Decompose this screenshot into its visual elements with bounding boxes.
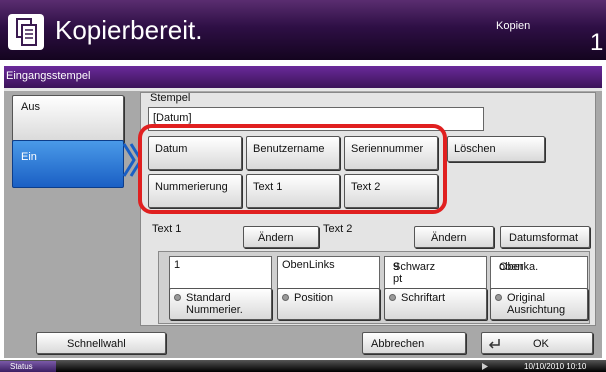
orientation-value-line2: oben xyxy=(499,261,524,273)
date-format-button[interactable]: Datumsformat xyxy=(500,226,590,248)
stamp-text-value: [Datum] xyxy=(153,112,192,124)
status-button[interactable]: Status xyxy=(0,361,56,372)
numbering-value: 1 xyxy=(169,256,272,290)
text1-label: Text 1 xyxy=(152,223,182,235)
original-orientation-button[interactable]: Original Ausrichtung xyxy=(490,288,588,320)
default-numbering-line2: Nummerier. xyxy=(186,304,243,316)
date-time: 10/10/2010 10:10 xyxy=(524,362,587,371)
panel-title: Eingangsstempel xyxy=(6,70,91,82)
delete-button[interactable]: Löschen xyxy=(447,136,545,162)
position-value: ObenLinks xyxy=(277,256,380,290)
quick-setup-button[interactable]: Schnellwahl xyxy=(36,332,166,354)
ok-button[interactable]: OK xyxy=(481,332,593,354)
position-value-text: ObenLinks xyxy=(282,259,335,271)
on-button-label: Ein xyxy=(21,151,37,163)
numbering-value-text: 1 xyxy=(174,259,181,271)
original-orientation-line1: Original xyxy=(507,292,545,304)
indicator-icon xyxy=(495,294,502,301)
indicator-icon xyxy=(282,294,289,301)
copy-mode-icon xyxy=(8,14,44,50)
highlight-outline xyxy=(138,124,447,214)
default-numbering-line1: Standard xyxy=(186,292,231,304)
on-button[interactable]: Ein xyxy=(12,140,124,188)
page-title: Kopierbereit. xyxy=(55,15,203,45)
indicator-icon xyxy=(389,294,396,301)
delete-label: Löschen xyxy=(454,143,496,155)
indicator-icon xyxy=(174,294,181,301)
text2-label: Text 2 xyxy=(323,223,353,235)
font-value: 9 pt Schwarz xyxy=(384,256,487,290)
quick-setup-label: Schnellwahl xyxy=(67,338,126,350)
change-text1-button[interactable]: Ändern xyxy=(243,226,319,248)
panel-divider xyxy=(4,88,602,91)
position-label: Position xyxy=(294,292,334,304)
change-text2-label: Ändern xyxy=(431,232,467,244)
position-button[interactable]: Position xyxy=(277,288,380,320)
ok-label: OK xyxy=(533,338,549,350)
status-bar xyxy=(0,360,606,372)
off-button-label: Aus xyxy=(21,101,40,113)
cancel-button[interactable]: Abbrechen xyxy=(362,332,466,354)
cancel-label: Abbrechen xyxy=(371,338,425,350)
font-button[interactable]: Schriftart xyxy=(384,288,487,320)
font-color-value: Schwarz xyxy=(393,261,436,273)
copies-count: 1 xyxy=(590,29,604,56)
stamp-label: Stempel xyxy=(150,92,191,104)
original-orientation-line2: Ausrichtung xyxy=(507,304,566,316)
copies-label: Kopien xyxy=(496,20,531,32)
off-button[interactable]: Aus xyxy=(12,95,124,143)
panel-titlebar xyxy=(4,66,602,88)
change-text1-label: Ändern xyxy=(258,232,294,244)
indicator-triangle-icon xyxy=(482,363,488,370)
status-label: Status xyxy=(10,362,33,371)
enter-icon xyxy=(488,339,500,349)
change-text2-button[interactable]: Ändern xyxy=(414,226,494,248)
orientation-value: Oberka. oben xyxy=(490,256,588,290)
default-numbering-button[interactable]: Standard Nummerier. xyxy=(169,288,272,320)
font-label: Schriftart xyxy=(401,292,446,304)
date-format-label: Datumsformat xyxy=(509,232,579,244)
